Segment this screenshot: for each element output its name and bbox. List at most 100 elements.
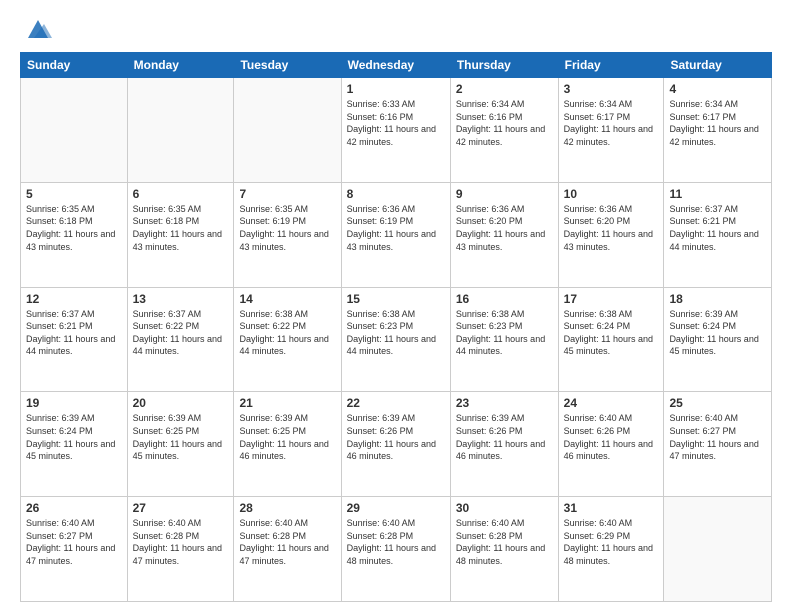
calendar-cell	[21, 78, 128, 183]
day-info: Sunrise: 6:38 AM Sunset: 6:23 PM Dayligh…	[456, 308, 553, 358]
calendar-cell: 11Sunrise: 6:37 AM Sunset: 6:21 PM Dayli…	[664, 182, 772, 287]
day-info: Sunrise: 6:34 AM Sunset: 6:17 PM Dayligh…	[669, 98, 766, 148]
calendar-cell: 10 Sunrise: 6:36 AM Sunset: 6:20 PM Dayli…	[558, 182, 664, 287]
page: SundayMondayTuesdayWednesdayThursdayFrid…	[0, 0, 792, 612]
calendar-table: SundayMondayTuesdayWednesdayThursdayFrid…	[20, 52, 772, 602]
day-info: Sunrise: 6:38 AM Sunset: 6:23 PM Dayligh…	[347, 308, 445, 358]
day-of-week-header: Thursday	[450, 53, 558, 78]
day-number: 19	[26, 396, 122, 410]
calendar-cell: 29 Sunrise: 6:40 AM Sunset: 6:28 PM Dayli…	[341, 497, 450, 602]
calendar-body: 1 Sunrise: 6:33 AM Sunset: 6:16 PM Daylig…	[21, 78, 772, 602]
day-info: Sunrise: 6:36 AM Sunset: 6:20 PM Dayligh…	[564, 203, 659, 253]
day-number: 17	[564, 292, 659, 306]
day-info: Sunrise: 6:34 AM Sunset: 6:16 PM Dayligh…	[456, 98, 553, 148]
calendar-week-row: 26 Sunrise: 6:40 AM Sunset: 6:27 PM Dayli…	[21, 497, 772, 602]
day-number: 12	[26, 292, 122, 306]
calendar-cell: 23 Sunrise: 6:39 AM Sunset: 6:26 PM Dayli…	[450, 392, 558, 497]
day-number: 18	[669, 292, 766, 306]
day-info: Sunrise: 6:37 AM Sunset: 6:21 PM Dayligh…	[669, 203, 766, 253]
day-number: 1	[347, 82, 445, 96]
day-number: 5	[26, 187, 122, 201]
calendar-cell: 21 Sunrise: 6:39 AM Sunset: 6:25 PM Dayli…	[234, 392, 341, 497]
calendar-cell: 31 Sunrise: 6:40 AM Sunset: 6:29 PM Dayli…	[558, 497, 664, 602]
calendar-cell: 14 Sunrise: 6:38 AM Sunset: 6:22 PM Dayli…	[234, 287, 341, 392]
calendar-cell	[664, 497, 772, 602]
day-number: 8	[347, 187, 445, 201]
calendar-cell	[127, 78, 234, 183]
day-info: Sunrise: 6:36 AM Sunset: 6:19 PM Dayligh…	[347, 203, 445, 253]
calendar-cell: 3 Sunrise: 6:34 AM Sunset: 6:17 PM Daylig…	[558, 78, 664, 183]
day-info: Sunrise: 6:34 AM Sunset: 6:17 PM Dayligh…	[564, 98, 659, 148]
logo-icon	[24, 16, 52, 44]
day-info: Sunrise: 6:33 AM Sunset: 6:16 PM Dayligh…	[347, 98, 445, 148]
day-number: 9	[456, 187, 553, 201]
day-info: Sunrise: 6:39 AM Sunset: 6:25 PM Dayligh…	[133, 412, 229, 462]
calendar-cell: 26 Sunrise: 6:40 AM Sunset: 6:27 PM Dayli…	[21, 497, 128, 602]
calendar-cell: 22 Sunrise: 6:39 AM Sunset: 6:26 PM Dayli…	[341, 392, 450, 497]
logo	[20, 16, 52, 44]
day-info: Sunrise: 6:40 AM Sunset: 6:26 PM Dayligh…	[564, 412, 659, 462]
calendar-cell: 12Sunrise: 6:37 AM Sunset: 6:21 PM Dayli…	[21, 287, 128, 392]
calendar-cell	[234, 78, 341, 183]
calendar-cell: 20Sunrise: 6:39 AM Sunset: 6:25 PM Dayli…	[127, 392, 234, 497]
day-info: Sunrise: 6:40 AM Sunset: 6:27 PM Dayligh…	[26, 517, 122, 567]
calendar-cell: 28Sunrise: 6:40 AM Sunset: 6:28 PM Dayli…	[234, 497, 341, 602]
day-info: Sunrise: 6:38 AM Sunset: 6:24 PM Dayligh…	[564, 308, 659, 358]
day-number: 26	[26, 501, 122, 515]
calendar-cell: 25 Sunrise: 6:40 AM Sunset: 6:27 PM Dayli…	[664, 392, 772, 497]
day-of-week-header: Sunday	[21, 53, 128, 78]
day-number: 15	[347, 292, 445, 306]
calendar-cell: 13Sunrise: 6:37 AM Sunset: 6:22 PM Dayli…	[127, 287, 234, 392]
day-number: 23	[456, 396, 553, 410]
calendar-cell: 19 Sunrise: 6:39 AM Sunset: 6:24 PM Dayli…	[21, 392, 128, 497]
day-number: 3	[564, 82, 659, 96]
calendar-cell: 9Sunrise: 6:36 AM Sunset: 6:20 PM Daylig…	[450, 182, 558, 287]
day-number: 25	[669, 396, 766, 410]
calendar-week-row: 1 Sunrise: 6:33 AM Sunset: 6:16 PM Daylig…	[21, 78, 772, 183]
day-number: 6	[133, 187, 229, 201]
calendar-week-row: 5 Sunrise: 6:35 AM Sunset: 6:18 PM Daylig…	[21, 182, 772, 287]
day-info: Sunrise: 6:40 AM Sunset: 6:28 PM Dayligh…	[133, 517, 229, 567]
day-info: Sunrise: 6:39 AM Sunset: 6:25 PM Dayligh…	[239, 412, 335, 462]
day-info: Sunrise: 6:40 AM Sunset: 6:27 PM Dayligh…	[669, 412, 766, 462]
calendar-cell: 2 Sunrise: 6:34 AM Sunset: 6:16 PM Daylig…	[450, 78, 558, 183]
day-info: Sunrise: 6:39 AM Sunset: 6:24 PM Dayligh…	[26, 412, 122, 462]
day-of-week-header: Monday	[127, 53, 234, 78]
calendar-cell: 6Sunrise: 6:35 AM Sunset: 6:18 PM Daylig…	[127, 182, 234, 287]
day-info: Sunrise: 6:39 AM Sunset: 6:26 PM Dayligh…	[456, 412, 553, 462]
day-number: 10	[564, 187, 659, 201]
day-number: 4	[669, 82, 766, 96]
day-of-week-header: Wednesday	[341, 53, 450, 78]
calendar-cell: 15 Sunrise: 6:38 AM Sunset: 6:23 PM Dayli…	[341, 287, 450, 392]
calendar-cell: 30 Sunrise: 6:40 AM Sunset: 6:28 PM Dayli…	[450, 497, 558, 602]
calendar-cell: 5 Sunrise: 6:35 AM Sunset: 6:18 PM Daylig…	[21, 182, 128, 287]
day-number: 28	[239, 501, 335, 515]
calendar-cell: 1 Sunrise: 6:33 AM Sunset: 6:16 PM Daylig…	[341, 78, 450, 183]
day-number: 22	[347, 396, 445, 410]
day-number: 30	[456, 501, 553, 515]
day-info: Sunrise: 6:39 AM Sunset: 6:26 PM Dayligh…	[347, 412, 445, 462]
day-number: 14	[239, 292, 335, 306]
day-number: 2	[456, 82, 553, 96]
calendar-week-row: 19 Sunrise: 6:39 AM Sunset: 6:24 PM Dayli…	[21, 392, 772, 497]
day-number: 27	[133, 501, 229, 515]
header	[20, 16, 772, 44]
day-info: Sunrise: 6:40 AM Sunset: 6:28 PM Dayligh…	[456, 517, 553, 567]
day-info: Sunrise: 6:39 AM Sunset: 6:24 PM Dayligh…	[669, 308, 766, 358]
day-of-week-header: Tuesday	[234, 53, 341, 78]
day-info: Sunrise: 6:40 AM Sunset: 6:28 PM Dayligh…	[347, 517, 445, 567]
header-row: SundayMondayTuesdayWednesdayThursdayFrid…	[21, 53, 772, 78]
calendar-cell: 27 Sunrise: 6:40 AM Sunset: 6:28 PM Dayli…	[127, 497, 234, 602]
day-number: 31	[564, 501, 659, 515]
day-number: 13	[133, 292, 229, 306]
day-number: 21	[239, 396, 335, 410]
day-number: 29	[347, 501, 445, 515]
calendar-cell: 24Sunrise: 6:40 AM Sunset: 6:26 PM Dayli…	[558, 392, 664, 497]
day-info: Sunrise: 6:35 AM Sunset: 6:18 PM Dayligh…	[26, 203, 122, 253]
day-info: Sunrise: 6:38 AM Sunset: 6:22 PM Dayligh…	[239, 308, 335, 358]
calendar-header: SundayMondayTuesdayWednesdayThursdayFrid…	[21, 53, 772, 78]
day-info: Sunrise: 6:40 AM Sunset: 6:29 PM Dayligh…	[564, 517, 659, 567]
calendar-cell: 16Sunrise: 6:38 AM Sunset: 6:23 PM Dayli…	[450, 287, 558, 392]
calendar-week-row: 12Sunrise: 6:37 AM Sunset: 6:21 PM Dayli…	[21, 287, 772, 392]
calendar-cell: 18 Sunrise: 6:39 AM Sunset: 6:24 PM Dayli…	[664, 287, 772, 392]
